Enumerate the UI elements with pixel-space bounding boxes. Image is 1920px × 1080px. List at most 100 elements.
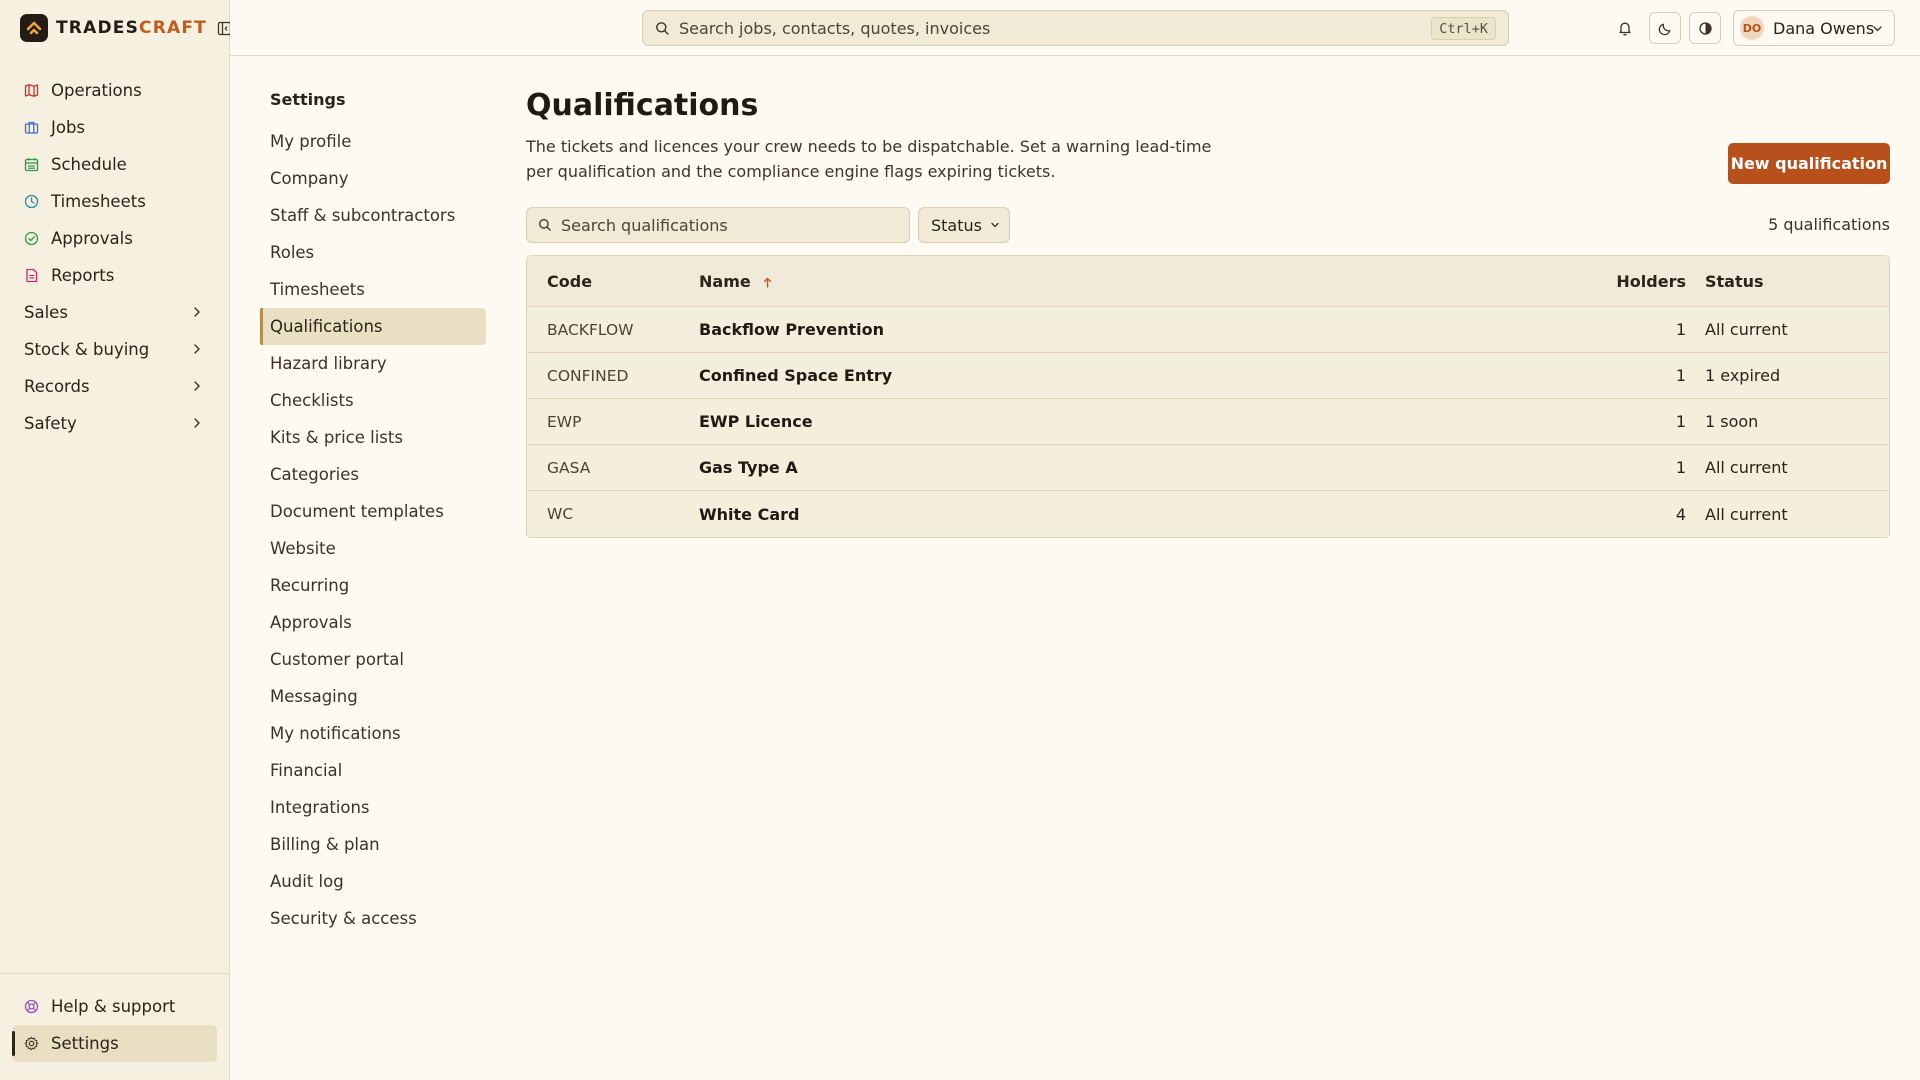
settings-nav-item-recurring[interactable]: Recurring	[260, 567, 486, 604]
nav-group-sales[interactable]: Sales	[12, 294, 218, 331]
cell-code: CONFINED	[547, 366, 629, 385]
column-header-holders[interactable]: Holders	[1616, 272, 1686, 291]
theme-toggle-button[interactable]	[1649, 12, 1681, 44]
settings-nav-item-financial[interactable]: Financial	[260, 752, 486, 789]
cell-name: EWP Licence	[699, 412, 813, 431]
settings-nav-item-roles[interactable]: Roles	[260, 234, 486, 271]
clock-icon	[23, 193, 40, 210]
nav-item-help-support[interactable]: Help & support	[12, 988, 217, 1025]
column-header-code[interactable]: Code	[547, 272, 592, 291]
nav-item-timesheets[interactable]: Timesheets	[12, 183, 218, 220]
contrast-icon	[1698, 21, 1712, 35]
table-row[interactable]: GASA Gas Type A 1 All current	[527, 445, 1889, 491]
bell-icon	[1619, 22, 1631, 36]
settings-nav-list: My profile Company Staff & subcontractors R…	[260, 123, 486, 937]
table-body: BACKFLOW Backflow Prevention 1 All current C…	[527, 307, 1889, 537]
settings-nav-title: Settings	[270, 90, 346, 109]
status-filter-dropdown[interactable]: Status	[918, 207, 1010, 243]
chevron-down-icon	[991, 222, 999, 228]
settings-nav-item-categories[interactable]: Categories	[260, 456, 486, 493]
user-name: Dana Owens	[1773, 18, 1875, 38]
nav-label: Settings	[51, 1034, 119, 1053]
nav-label: Help & support	[51, 997, 176, 1016]
keyboard-shortcut: Ctrl+K	[1431, 17, 1496, 40]
settings-nav-item-my-profile[interactable]: My profile	[260, 123, 486, 160]
cell-name: Gas Type A	[699, 458, 798, 477]
chevron-right-icon	[194, 381, 200, 391]
cell-code: BACKFLOW	[547, 320, 634, 339]
settings-nav-item-website[interactable]: Website	[260, 530, 486, 567]
settings-nav-item-staff-subcontractors[interactable]: Staff & subcontractors	[260, 197, 486, 234]
settings-nav-item-billing-plan[interactable]: Billing & plan	[260, 826, 486, 863]
cell-code: WC	[547, 505, 574, 523]
nav-item-schedule[interactable]: Schedule	[12, 146, 218, 183]
cell-status: 1 expired	[1705, 366, 1781, 385]
cell-status: All current	[1705, 504, 1788, 524]
nav-item-reports[interactable]: Reports	[12, 257, 218, 294]
search-icon	[656, 21, 669, 35]
settings-nav-item-company[interactable]: Company	[260, 160, 486, 197]
chevron-right-icon	[194, 307, 200, 317]
settings-nav-item-approvals[interactable]: Approvals	[260, 604, 486, 641]
check-circle-icon	[23, 230, 40, 247]
logo-icon	[20, 14, 48, 42]
settings-nav-item-customer-portal[interactable]: Customer portal	[260, 641, 486, 678]
column-header-name[interactable]: Name	[699, 272, 773, 291]
nav-label: Operations	[51, 81, 142, 100]
cell-holders: 1	[1675, 366, 1686, 385]
nav-item-approvals[interactable]: Approvals	[12, 220, 218, 257]
nav-item-settings[interactable]: Settings	[12, 1025, 217, 1062]
qualification-search-input[interactable]: Search qualifications	[526, 207, 910, 243]
chevron-down-icon	[1873, 26, 1882, 32]
table-row[interactable]: WC White Card 4 All current	[527, 491, 1889, 537]
nav-item-jobs[interactable]: Jobs	[12, 109, 218, 146]
settings-nav-item-qualifications[interactable]: Qualifications	[260, 308, 486, 345]
nav-group-safety[interactable]: Safety	[12, 405, 218, 442]
global-search-input[interactable]: Search jobs, contacts, quotes, invoices …	[642, 10, 1509, 46]
nav-label: Reports	[51, 266, 115, 285]
chevron-right-icon	[194, 418, 200, 428]
cell-holders: 1	[1675, 412, 1686, 431]
nav-label: Timesheets	[51, 192, 146, 211]
sidebar: TRADESCRAFT Operations Jobs Schedule Tim…	[0, 0, 232, 1080]
top-bar: Search jobs, contacts, quotes, invoices …	[230, 0, 1920, 56]
table-row[interactable]: BACKFLOW Backflow Prevention 1 All current	[527, 307, 1889, 353]
cell-holders: 1	[1675, 320, 1686, 339]
settings-nav-item-integrations[interactable]: Integrations	[260, 789, 486, 826]
settings-nav-item-kits-price-lists[interactable]: Kits & price lists	[260, 419, 486, 456]
nav-group-stock-buying[interactable]: Stock & buying	[12, 331, 218, 368]
column-header-status[interactable]: Status	[1705, 272, 1764, 291]
nav-label: Jobs	[51, 118, 86, 137]
cell-holders: 4	[1675, 504, 1686, 524]
new-qualification-button[interactable]: New qualification	[1728, 143, 1890, 184]
nav-group-records[interactable]: Records	[12, 368, 218, 405]
moon-icon	[1658, 23, 1670, 35]
main-nav: Operations Jobs Schedule Timesheets Appr…	[12, 72, 218, 442]
nav-group-label: Records	[24, 377, 90, 396]
table-header: Code Name Holders Status	[527, 256, 1889, 307]
settings-nav-item-timesheets[interactable]: Timesheets	[260, 271, 486, 308]
table-row[interactable]: EWP EWP Licence 1 1 soon	[527, 399, 1889, 445]
report-icon	[23, 267, 40, 284]
lifebuoy-icon	[23, 998, 40, 1015]
table-row[interactable]: CONFINED Confined Space Entry 1 1 expired	[527, 353, 1889, 399]
nav-group-label: Sales	[24, 303, 68, 322]
settings-nav-item-messaging[interactable]: Messaging	[260, 678, 486, 715]
focus-mode-button[interactable]	[1689, 12, 1721, 44]
nav-item-operations[interactable]: Operations	[12, 72, 218, 109]
settings-nav-item-checklists[interactable]: Checklists	[260, 382, 486, 419]
briefcase-icon	[23, 119, 40, 136]
user-menu[interactable]: DO Dana Owens	[1733, 10, 1895, 46]
sort-ascending-icon	[764, 277, 772, 288]
settings-nav-item-my-notifications[interactable]: My notifications	[260, 715, 486, 752]
page-description: The tickets and licences your crew needs…	[526, 137, 1212, 181]
settings-nav-item-document-templates[interactable]: Document templates	[260, 493, 486, 530]
settings-nav-item-audit-log[interactable]: Audit log	[260, 863, 486, 900]
settings-nav-item-hazard-library[interactable]: Hazard library	[260, 345, 486, 382]
cell-name: Confined Space Entry	[699, 366, 893, 385]
cell-name: White Card	[699, 504, 800, 524]
settings-nav-item-security-access[interactable]: Security & access	[260, 900, 486, 937]
cell-status: 1 soon	[1705, 412, 1759, 431]
notifications-button[interactable]	[1609, 12, 1641, 44]
cell-code: GASA	[547, 458, 591, 477]
